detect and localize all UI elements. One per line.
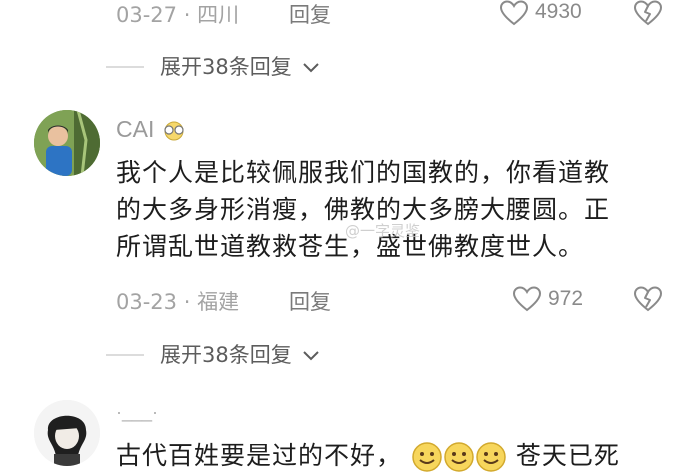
dot-separator: ·	[183, 3, 191, 27]
avatar-image	[34, 400, 100, 466]
comment-date: 03-27 · 四川	[116, 0, 239, 29]
date-text: 03-27	[116, 3, 178, 27]
comment-date: 03-23 · 福建	[116, 286, 239, 316]
dot-separator: ·	[183, 290, 191, 314]
comment-body: 我个人是比较佩服我们的国教的，你看道教 的大多身形消瘦，佛教的大多膀大腰圆。正 …	[116, 154, 696, 265]
expand-label: 展开38条回复	[160, 343, 292, 367]
expand-replies-button[interactable]: 展开38条回复	[160, 51, 320, 81]
emoji-smile-icon	[444, 442, 474, 472]
like-count: 972	[548, 287, 584, 310]
comment-text-start: 古代百姓要是过的不好，	[116, 441, 403, 470]
username[interactable]: ·___·	[116, 402, 158, 423]
heart-outline-icon[interactable]	[499, 0, 529, 26]
date-text: 03-23	[116, 290, 178, 314]
watermark: @一字灵鉴	[345, 222, 421, 240]
like-count: 4930	[535, 0, 582, 23]
avatar[interactable]	[34, 110, 100, 176]
heart-outline-icon	[499, 0, 529, 26]
heart-outline-icon	[512, 286, 542, 312]
expand-replies-button[interactable]: 展开38条回复	[160, 339, 320, 369]
location-text: 四川	[197, 3, 240, 27]
username[interactable]: CAI	[116, 116, 188, 143]
comment-body: 古代百姓要是过的不好， 苍天已死	[116, 437, 700, 474]
chevron-down-icon	[303, 351, 320, 361]
glasses-emoji-icon	[164, 121, 184, 141]
heart-outline-icon[interactable]	[512, 286, 542, 312]
expand-divider	[106, 66, 144, 68]
chevron-down-icon	[303, 63, 320, 73]
reply-button[interactable]: 回复	[289, 0, 331, 29]
emoji-smile-icon	[476, 442, 506, 472]
username-text: CAI	[116, 116, 155, 142]
expand-label: 展开38条回复	[160, 55, 292, 79]
avatar-image	[34, 110, 100, 176]
emoji-smile-icon	[412, 442, 442, 472]
comment-text-end: 苍天已死	[515, 441, 620, 470]
location-text: 福建	[197, 290, 240, 314]
broken-heart-icon	[633, 0, 663, 26]
expand-divider	[106, 354, 144, 356]
broken-heart-icon	[633, 286, 663, 312]
comment-line: 我个人是比较佩服我们的国教的，你看道教	[116, 158, 611, 187]
reply-button[interactable]: 回复	[289, 286, 331, 316]
broken-heart-icon[interactable]	[633, 0, 663, 27]
avatar[interactable]	[34, 400, 100, 466]
broken-heart-icon[interactable]	[633, 285, 663, 313]
